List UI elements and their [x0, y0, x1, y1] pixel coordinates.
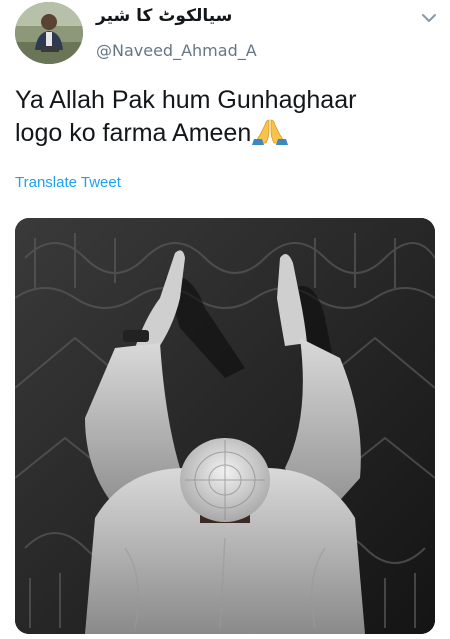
folded-hands-emoji [252, 117, 289, 145]
tweet-text-content: Ya Allah Pak hum Gunhaghaar logo ko farm… [15, 86, 357, 147]
chevron-down-icon[interactable] [419, 8, 439, 28]
avatar-photo [15, 2, 83, 64]
user-handle[interactable]: @Naveed_Ahmad_A [96, 41, 257, 60]
avatar[interactable] [15, 2, 83, 64]
display-name[interactable]: سیالکوٹ کا شیر [96, 6, 232, 26]
tweet-text: Ya Allah Pak hum Gunhaghaar logo ko farm… [15, 84, 395, 150]
translate-tweet-link[interactable]: Translate Tweet [15, 174, 121, 191]
prayer-photo [15, 218, 435, 634]
tweet-media-image[interactable] [15, 218, 435, 634]
